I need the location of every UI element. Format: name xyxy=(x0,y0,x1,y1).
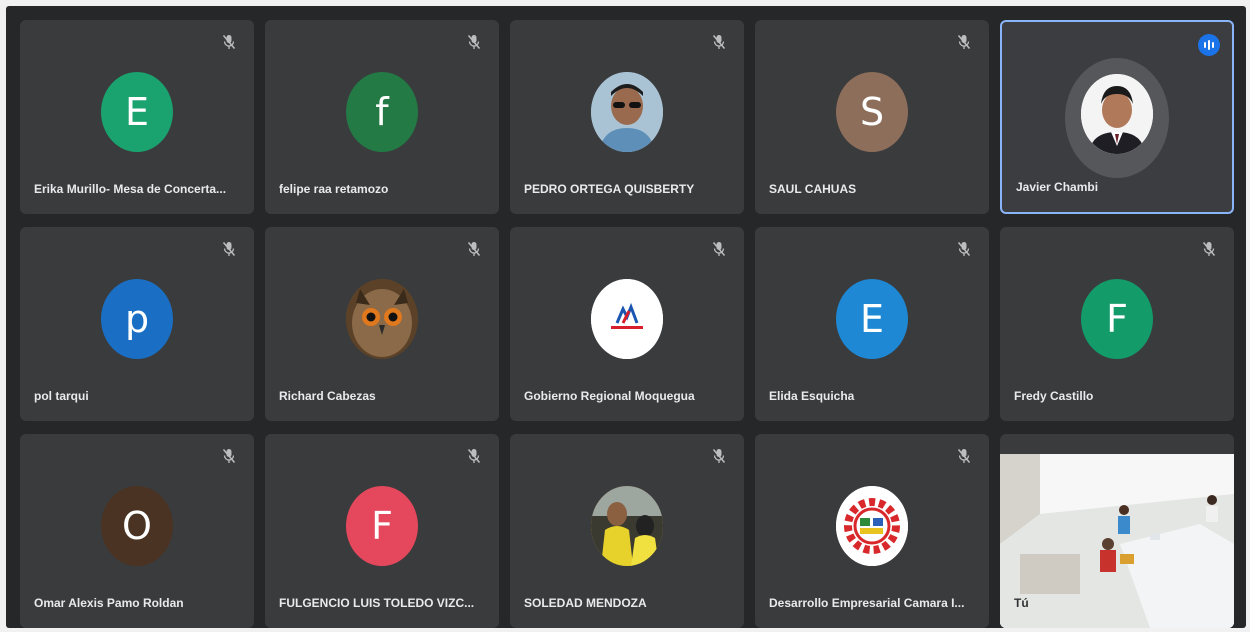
avatar: F xyxy=(1081,279,1153,359)
avatar-initial: E xyxy=(124,90,149,134)
avatar: S xyxy=(836,72,908,152)
avatar: F xyxy=(346,486,418,566)
participant-name: SOLEDAD MENDOZA xyxy=(524,596,647,610)
mic-off-icon xyxy=(222,35,236,49)
participant-tile-omar-pamo[interactable]: O Omar Alexis Pamo Roldan xyxy=(20,434,254,628)
participant-name: Fredy Castillo xyxy=(1014,389,1094,403)
participant-name: Elida Esquicha xyxy=(769,389,855,403)
participant-name: FULGENCIO LUIS TOLEDO VIZC... xyxy=(279,596,475,610)
mic-off-icon xyxy=(957,449,971,463)
avatar: O xyxy=(101,486,173,566)
participant-tile-gobierno-moquegua[interactable]: Gobierno Regional Moquegua xyxy=(510,227,744,421)
participant-tile-erika-murillo[interactable]: E Erika Murillo- Mesa de Concerta... xyxy=(20,20,254,214)
moquegua-logo xyxy=(591,279,663,359)
mic-off-icon xyxy=(712,35,726,49)
participant-tile-soledad-mendoza[interactable]: SOLEDAD MENDOZA xyxy=(510,434,744,628)
meeting-grid: E Erika Murillo- Mesa de Concerta... f f… xyxy=(6,6,1246,628)
participant-tile-fulgencio-toledo[interactable]: F FULGENCIO LUIS TOLEDO VIZC... xyxy=(265,434,499,628)
participant-name: Omar Alexis Pamo Roldan xyxy=(34,596,184,610)
participant-tile-javier-chambi[interactable]: Javier Chambi xyxy=(1000,20,1234,214)
participant-name: SAUL CAHUAS xyxy=(769,182,857,196)
avatar-initial: f xyxy=(375,90,389,134)
speaking-indicator-icon xyxy=(1198,34,1220,56)
avatar: f xyxy=(346,72,418,152)
avatar-initial: S xyxy=(859,90,885,134)
participant-name: PEDRO ORTEGA QUISBERTY xyxy=(524,182,695,196)
mic-off-icon xyxy=(467,35,481,49)
participant-name: Richard Cabezas xyxy=(279,389,376,403)
participant-name: Tú xyxy=(1014,596,1029,610)
owl-photo xyxy=(346,279,418,359)
avatar-initial: O xyxy=(122,504,152,548)
workers-photo xyxy=(591,486,663,566)
avatar: E xyxy=(101,72,173,152)
participant-tile-richard-cabezas[interactable]: Richard Cabezas xyxy=(265,227,499,421)
mic-off-icon xyxy=(222,242,236,256)
participant-name: pol tarqui xyxy=(34,389,89,403)
participant-name: Javier Chambi xyxy=(1016,180,1099,194)
mic-off-icon xyxy=(467,449,481,463)
participant-tile-self[interactable]: Tú xyxy=(1000,434,1234,628)
avatar-initial: p xyxy=(124,297,150,341)
participant-tile-pedro-ortega[interactable]: PEDRO ORTEGA QUISBERTY xyxy=(510,20,744,214)
participant-tile-fredy-castillo[interactable]: F Fredy Castillo xyxy=(1000,227,1234,421)
participant-tile-felipe-raa[interactable]: f felipe raa retamozo xyxy=(265,20,499,214)
participant-name: Erika Murillo- Mesa de Concerta... xyxy=(34,182,227,196)
man-with-sunglasses-photo xyxy=(591,72,663,152)
mic-off-icon xyxy=(957,242,971,256)
participant-tile-pol-tarqui[interactable]: p pol tarqui xyxy=(20,227,254,421)
mic-off-icon xyxy=(467,242,481,256)
avatar-initial: E xyxy=(859,297,884,341)
avatar-initial: F xyxy=(1106,297,1128,341)
participant-name: felipe raa retamozo xyxy=(279,182,389,196)
mic-off-icon xyxy=(222,449,236,463)
participant-tile-elida-esquicha[interactable]: E Elida Esquicha xyxy=(755,227,989,421)
mic-off-icon xyxy=(712,449,726,463)
avatar-initial: F xyxy=(371,504,393,548)
mic-off-icon xyxy=(957,35,971,49)
participant-tile-saul-cahuas[interactable]: S SAUL CAHUAS xyxy=(755,20,989,214)
avatar: p xyxy=(101,279,173,359)
mic-off-icon xyxy=(1202,242,1216,256)
man-in-suit-photo xyxy=(1081,74,1153,154)
participant-name: Desarrollo Empresarial Camara I... xyxy=(769,596,965,610)
participant-name: Gobierno Regional Moquegua xyxy=(524,389,695,403)
avatar: E xyxy=(836,279,908,359)
chamber-gear-logo xyxy=(836,486,908,566)
participant-tile-desarrollo-empresarial[interactable]: Desarrollo Empresarial Camara I... xyxy=(755,434,989,628)
mic-off-icon xyxy=(712,242,726,256)
